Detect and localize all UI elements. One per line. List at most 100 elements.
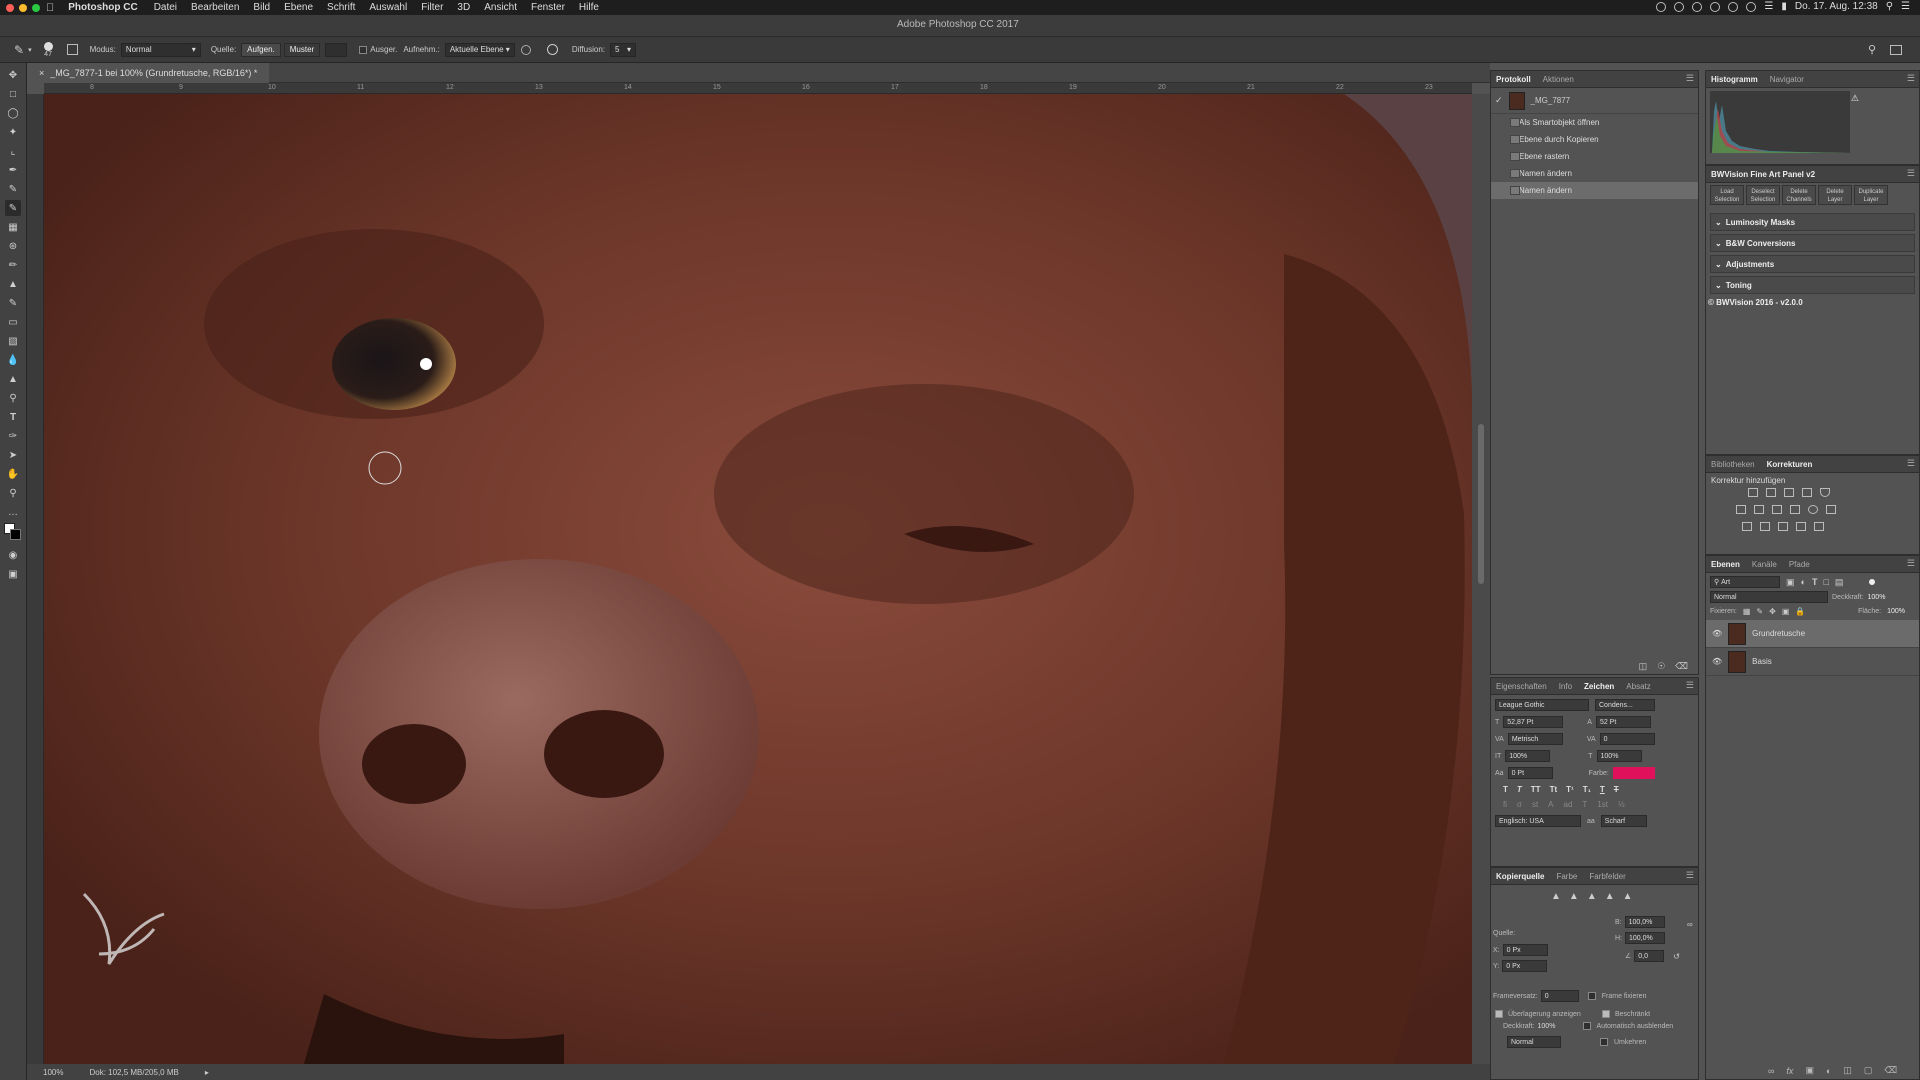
link-layers-icon[interactable]: ∞ [1768,1066,1774,1076]
status-menu-icon[interactable]: ▸ [205,1068,209,1077]
healing-brush-tool-icon[interactable]: ✎ [5,200,21,216]
overlay-opacity-value[interactable]: 100% [1538,1023,1576,1030]
warning-icon[interactable]: ⚠ [1851,93,1859,104]
type-tool-icon[interactable]: T [5,409,21,425]
source-x-field[interactable]: 0 Px [1502,944,1548,956]
brightness-contrast-icon[interactable] [1748,488,1758,497]
tool-preset-chevron-icon[interactable]: ▾ [28,46,32,54]
zoom-tool-icon[interactable]: ⚲ [5,485,21,501]
delete-layer-button[interactable]: Delete Layer [1818,185,1852,205]
tab-farbfelder[interactable]: Farbfelder [1589,872,1625,881]
lock-position-icon[interactable]: ✥ [1769,607,1776,616]
panel-menu-icon[interactable]: ☰ [1907,73,1915,84]
posterize-icon[interactable] [1760,522,1770,531]
tab-zeichen[interactable]: Zeichen [1584,682,1614,691]
panel-menu-icon[interactable]: ☰ [1686,680,1694,691]
menu-fenster[interactable]: Fenster [531,2,565,13]
history-item[interactable]: Ebene rastern [1491,148,1698,165]
red-eye-tool-icon[interactable]: ⊛ [5,238,21,254]
filter-type-icon[interactable]: T [1812,577,1818,587]
color-swatches[interactable] [4,523,22,541]
tab-protokoll[interactable]: Protokoll [1496,75,1531,84]
sample-select[interactable]: Aktuelle Ebene ▾ [444,42,515,57]
visibility-eye-icon[interactable]: 👁 [1712,657,1722,666]
menu-datei[interactable]: Datei [154,2,177,13]
tracking-field[interactable]: 0 [1599,733,1655,745]
filter-shape-icon[interactable]: □ [1823,577,1828,587]
source-sampled-button[interactable]: Aufgen. [241,42,281,57]
panel-menu-icon[interactable]: ☰ [1907,558,1915,569]
diffusion-select[interactable]: 5 ▾ [610,42,637,57]
trash-icon[interactable]: ⌫ [1884,1065,1897,1076]
layer-name[interactable]: Basis [1752,657,1772,666]
marquee-tool-icon[interactable]: □ [5,86,21,102]
pattern-picker-icon[interactable] [325,42,348,57]
tab-pfade[interactable]: Pfade [1789,560,1810,569]
antialias-select[interactable]: Scharf [1600,815,1647,827]
filter-pixel-icon[interactable]: ▣ [1786,577,1795,588]
channel-mixer-icon[interactable] [1808,505,1818,514]
more-tools-icon[interactable]: … [5,504,21,520]
swash-button[interactable]: A [1548,800,1553,809]
color-balance-icon[interactable] [1754,505,1764,514]
layer-style-icon[interactable]: fx [1786,1066,1793,1076]
tab-eigenschaften[interactable]: Eigenschaften [1496,682,1547,691]
lock-image-icon[interactable]: ✎ [1756,607,1763,616]
layer-row[interactable]: 👁 Basis [1706,648,1919,676]
hand-tool-icon[interactable]: ✋ [5,466,21,482]
history-item[interactable]: Namen ändern [1491,165,1698,182]
photo-filter-icon[interactable] [1790,505,1800,514]
overlay-blend-select[interactable]: Normal [1507,1036,1561,1048]
curves-icon[interactable] [1784,488,1794,497]
history-item-selected[interactable]: Namen ändern [1491,182,1698,199]
document-tab[interactable]: × _MG_7877-1 bei 100% (Grundretusche, RG… [27,62,270,83]
pressure-size-icon[interactable] [546,44,558,55]
close-window-button[interactable] [6,3,14,12]
brush-settings-icon[interactable] [66,44,78,55]
status-icon-4[interactable] [1710,1,1721,12]
clone-source-3-icon[interactable]: ▲ [1587,891,1597,902]
eyedropper-tool-icon[interactable]: ✒ [5,162,21,178]
fill-value[interactable]: 100% [1887,608,1905,615]
app-menu[interactable]: Photoshop CC [68,2,137,13]
horizontal-scale-field[interactable]: 100% [1596,750,1642,762]
brush-size-picker[interactable]: 47 [43,41,53,58]
menu-bild[interactable]: Bild [253,2,270,13]
tab-absatz[interactable]: Absatz [1626,682,1650,691]
crop-tool-icon[interactable]: ⌞ [5,143,21,159]
leading-field[interactable]: 52 Pt [1595,716,1651,728]
titling-button[interactable]: ad [1564,800,1573,809]
vertical-scrollbar[interactable] [1472,94,1490,1064]
link-icon[interactable]: ∞ [1687,920,1693,929]
font-family-select[interactable]: League Gothic [1495,699,1589,711]
tab-farbe[interactable]: Farbe [1556,872,1577,881]
path-selection-tool-icon[interactable]: ➤ [5,447,21,463]
ordinal-button[interactable]: T [1582,800,1587,809]
duplicate-layer-button[interactable]: Duplicate Layer [1854,185,1888,205]
menu-ansicht[interactable]: Ansicht [484,2,517,13]
kerning-field[interactable]: Metrisch [1507,733,1563,745]
status-icon-5[interactable] [1728,1,1739,12]
search-icon[interactable]: ⚲ [1886,1,1893,12]
menu-auswahl[interactable]: Auswahl [369,2,407,13]
exposure-icon[interactable] [1802,488,1812,497]
document-info[interactable]: Dok: 102,5 MB/205,0 MB [89,1068,178,1077]
stylistic-button[interactable]: st [1532,800,1538,809]
tab-kanaele[interactable]: Kanäle [1752,560,1777,569]
panel-menu-icon[interactable]: ☰ [1907,168,1915,179]
layer-row-selected[interactable]: 👁 Grundretusche [1706,620,1919,648]
gradient-map-icon[interactable] [1814,522,1824,531]
faux-bold-button[interactable]: T [1503,785,1508,794]
opacity-value[interactable]: 100% [1868,594,1886,601]
minimize-window-button[interactable] [19,3,27,12]
tab-korrekturen[interactable]: Korrekturen [1767,460,1813,469]
font-size-field[interactable]: 52,87 Pt [1503,716,1564,728]
levels-icon[interactable] [1766,488,1776,497]
vertical-scale-field[interactable]: 100% [1505,750,1551,762]
move-tool-icon[interactable]: ✥ [5,67,21,83]
dodge-tool-icon[interactable]: ⚲ [5,390,21,406]
zoom-level[interactable]: 100% [43,1068,63,1077]
source-y-field[interactable]: 0 Px [1502,960,1548,972]
source-height-field[interactable]: 100,0% [1625,932,1665,944]
lock-artboard-icon[interactable]: ▣ [1782,607,1790,616]
